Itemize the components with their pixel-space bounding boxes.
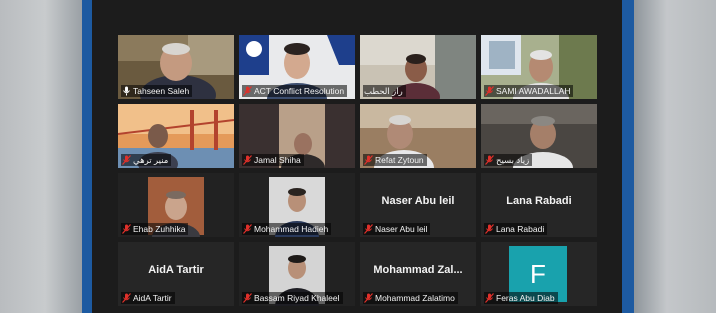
participant-name: SAMI AWADALLAH bbox=[496, 86, 571, 96]
participant-tile-feras-abu-diab[interactable]: F Feras Abu Diab bbox=[481, 242, 597, 306]
participant-display-name: Naser Abu leil bbox=[381, 195, 455, 207]
participant-display-name: Mohammad Zal... bbox=[373, 264, 463, 276]
participant-label: Ehab Zuhhika bbox=[121, 223, 189, 235]
participant-tile-mohammad-hadieh[interactable]: Mohammad Hadieh bbox=[239, 173, 355, 237]
muted-microphone-icon bbox=[122, 224, 131, 234]
participant-name: منير ترهي bbox=[133, 155, 169, 165]
participant-name: Lana Rabadi bbox=[496, 224, 545, 234]
participant-display-name: Lana Rabadi bbox=[506, 195, 572, 207]
muted-microphone-icon bbox=[122, 293, 131, 303]
participant-tile-ehab-zuhhika[interactable]: Ehab Zuhhika bbox=[118, 173, 234, 237]
participant-label: Bassam Riyad Khaleel bbox=[242, 292, 343, 304]
participant-name: راز الحطب bbox=[364, 86, 403, 96]
participant-label: ACT Conflict Resolution bbox=[242, 85, 348, 97]
microphone-icon bbox=[123, 86, 130, 96]
participant-name: Refat Zytoun bbox=[375, 155, 424, 165]
participant-label: Mohammad Zalatimo bbox=[363, 292, 458, 304]
muted-microphone-icon bbox=[243, 86, 252, 96]
participant-tile-sami-awadallah[interactable]: SAMI AWADALLAH bbox=[481, 35, 597, 99]
participant-tile-refat-zytoun[interactable]: Refat Zytoun bbox=[360, 104, 476, 168]
participant-tile-aida-tartir[interactable]: AidA Tartir AidA Tartir bbox=[118, 242, 234, 306]
muted-microphone-icon bbox=[485, 86, 494, 96]
participant-label: SAMI AWADALLAH bbox=[484, 85, 574, 97]
participant-name: Naser Abu leil bbox=[375, 224, 428, 234]
participant-label: Naser Abu leil bbox=[363, 223, 431, 235]
muted-microphone-icon bbox=[485, 224, 494, 234]
participant-tile-naser-abu-leil[interactable]: Naser Abu leil Naser Abu leil bbox=[360, 173, 476, 237]
participant-name: Bassam Riyad Khaleel bbox=[254, 293, 340, 303]
participant-tile-tahseen-saleh[interactable]: Tahseen Saleh bbox=[118, 35, 234, 99]
participant-tile-jamal-shiha[interactable]: Jamal Shiha bbox=[239, 104, 355, 168]
participant-label: AidA Tartir bbox=[121, 292, 175, 304]
participant-display-name: AidA Tartir bbox=[148, 264, 204, 276]
participant-tile-mohammad-zalatimo[interactable]: Mohammad Zal... Mohammad Zalatimo bbox=[360, 242, 476, 306]
muted-microphone-icon bbox=[243, 293, 252, 303]
participant-name: زياد بسيح bbox=[496, 155, 530, 165]
participant-name: ACT Conflict Resolution bbox=[254, 86, 345, 96]
participant-label: Refat Zytoun bbox=[363, 154, 427, 166]
background-left bbox=[0, 0, 82, 313]
participant-tile-ziad-bsih[interactable]: زياد بسيح bbox=[481, 104, 597, 168]
participant-tile-bassam-riyad-khaleel[interactable]: Bassam Riyad Khaleel bbox=[239, 242, 355, 306]
participant-label: Mohammad Hadieh bbox=[242, 223, 332, 235]
participant-name: AidA Tartir bbox=[133, 293, 172, 303]
background-right bbox=[634, 0, 716, 313]
muted-microphone-icon bbox=[364, 224, 373, 234]
muted-microphone-icon bbox=[243, 224, 252, 234]
participant-label: راز الحطب bbox=[363, 85, 406, 97]
participant-name: Feras Abu Diab bbox=[496, 293, 555, 303]
participant-label: Jamal Shiha bbox=[242, 154, 304, 166]
participant-name: Mohammad Hadieh bbox=[254, 224, 329, 234]
muted-microphone-icon bbox=[485, 293, 494, 303]
muted-microphone-icon bbox=[485, 155, 494, 165]
participant-name: Jamal Shiha bbox=[254, 155, 301, 165]
participant-label: Tahseen Saleh bbox=[121, 85, 193, 97]
gallery-view: Tahseen Saleh ACT Conflict Resolution را… bbox=[92, 0, 622, 313]
participant-label: Feras Abu Diab bbox=[484, 292, 558, 304]
muted-microphone-icon bbox=[243, 155, 252, 165]
participant-name: Tahseen Saleh bbox=[133, 86, 190, 96]
participant-name: Mohammad Zalatimo bbox=[375, 293, 455, 303]
participant-tile-raz-alhatab[interactable]: راز الحطب bbox=[360, 35, 476, 99]
participant-name: Ehab Zuhhika bbox=[133, 224, 186, 234]
participant-label: زياد بسيح bbox=[484, 154, 533, 166]
muted-microphone-icon bbox=[364, 155, 373, 165]
participant-tile-lana-rabadi[interactable]: Lana Rabadi Lana Rabadi bbox=[481, 173, 597, 237]
participant-label: Lana Rabadi bbox=[484, 223, 548, 235]
participant-tile-munir-tarhi[interactable]: منير ترهي bbox=[118, 104, 234, 168]
participant-label: منير ترهي bbox=[121, 154, 172, 166]
muted-microphone-icon bbox=[122, 155, 131, 165]
muted-microphone-icon bbox=[364, 293, 373, 303]
participant-tile-act-conflict-resolution[interactable]: ACT Conflict Resolution bbox=[239, 35, 355, 99]
